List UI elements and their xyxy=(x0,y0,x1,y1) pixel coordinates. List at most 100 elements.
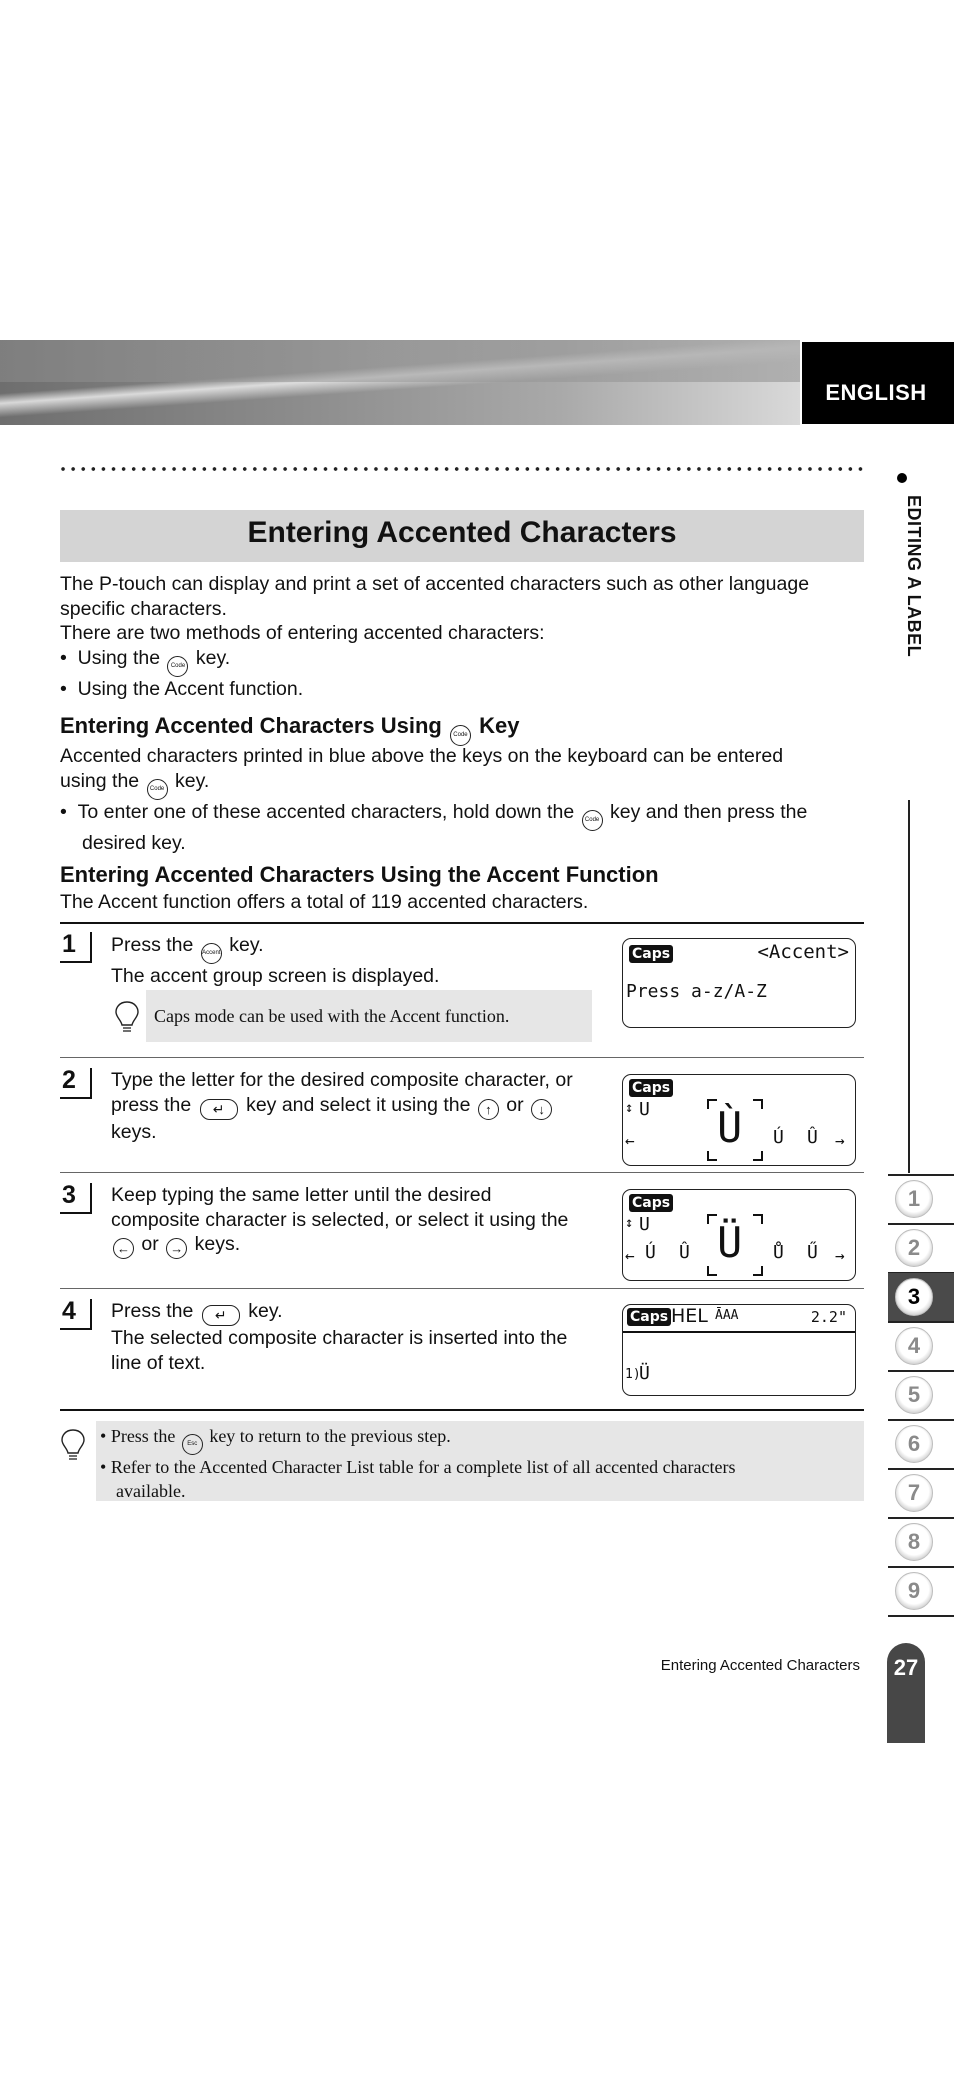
section1-bullet: • To enter one of these accented charact… xyxy=(60,800,870,831)
chapter-tab-1[interactable]: 1 xyxy=(888,1175,954,1223)
intro-bullet: • Using the Code key. xyxy=(60,646,870,677)
section-side-label: EDITING A LABEL xyxy=(904,495,924,658)
caps-indicator: Caps xyxy=(627,1308,672,1326)
chapter-tab-divider xyxy=(888,1615,954,1617)
selection-bracket: Ù xyxy=(707,1099,763,1161)
section-heading-code-key: Entering Accented Characters Using Code … xyxy=(60,713,519,746)
left-arrow-icon: ← xyxy=(625,1131,635,1150)
lcd-candidate: Û xyxy=(807,1127,818,1148)
intro-bullet: • Using the Accent function. xyxy=(60,677,304,700)
lcd-screen-step-1: Caps <Accent> Press a-z/A-Z xyxy=(622,938,856,1028)
right-arrow-icon: → xyxy=(835,1246,845,1265)
right-arrow-icon: → xyxy=(835,1131,845,1150)
intro-line: There are two methods of entering accent… xyxy=(60,622,545,644)
step-number-underline xyxy=(60,961,92,963)
down-arrow-key-icon: ↓ xyxy=(531,1098,553,1120)
code-key-icon: Code xyxy=(449,725,471,746)
chapter-tab-label: 3 xyxy=(895,1278,933,1316)
lcd-candidate: Û xyxy=(679,1242,690,1263)
enter-key-icon: ↵ xyxy=(201,1305,240,1326)
step-number-underline xyxy=(60,1097,92,1099)
chapter-tab-8[interactable]: 8 xyxy=(888,1518,954,1566)
step-number-underline xyxy=(60,1328,92,1330)
chapter-tab-9[interactable]: 9 xyxy=(888,1567,954,1615)
note-item: • Refer to the Accented Character List t… xyxy=(100,1457,736,1477)
lcd-prompt: Press a-z/A-Z xyxy=(626,981,767,1002)
page-title: Entering Accented Characters xyxy=(247,516,677,549)
step-number: 1 xyxy=(62,930,76,958)
step-1-text: Press the Accent key. The accent group s… xyxy=(111,934,440,987)
enter-key-icon: ↵ xyxy=(199,1098,238,1120)
chapter-tab-label: 4 xyxy=(895,1327,933,1365)
chapter-tab-7[interactable]: 7 xyxy=(888,1469,954,1517)
chapter-tab-6[interactable]: 6 xyxy=(888,1420,954,1468)
steps-bottom-rule xyxy=(60,1409,864,1411)
step-divider xyxy=(60,1172,864,1173)
lcd-candidate: Ů xyxy=(773,1242,784,1263)
right-arrow-key-icon: → xyxy=(166,1238,188,1259)
lcd-selected-char: Ù xyxy=(717,1103,743,1152)
chapter-tab-2[interactable]: 2 xyxy=(888,1224,954,1272)
code-key-icon: Code xyxy=(146,778,168,800)
step-number: 4 xyxy=(62,1297,76,1325)
chapter-tab-label: 2 xyxy=(895,1229,933,1267)
bullet-dot-icon xyxy=(897,473,907,483)
step-divider xyxy=(60,1288,864,1289)
caps-indicator: Caps xyxy=(629,1079,674,1097)
lcd-font-indicator: HEL xyxy=(671,1305,708,1327)
section2-intro: The Accent function offers a total of 11… xyxy=(60,891,589,913)
step-divider xyxy=(60,1057,864,1058)
left-arrow-icon: ← xyxy=(625,1246,635,1265)
notes-text: • Press the Esc key to return to the pre… xyxy=(100,1424,860,1503)
step-number-bar xyxy=(90,1183,92,1213)
lcd-screen-step-3: Caps ↕ U ← Ú Û Ü Ů Ű → xyxy=(622,1189,856,1281)
header-band-highlight xyxy=(0,340,800,382)
step-4-text: Press the ↵ key. The selected composite … xyxy=(111,1300,568,1374)
code-key-icon: Code xyxy=(581,809,603,831)
step-number-bar xyxy=(90,1299,92,1329)
lcd-mode: <Accent> xyxy=(757,941,849,963)
intro-line: specific characters. xyxy=(60,597,227,620)
code-key-icon: Code xyxy=(167,655,189,677)
chapter-tabs-stem xyxy=(908,800,910,1173)
lcd-base-letter: U xyxy=(639,1214,650,1235)
page-number: 27 xyxy=(893,1655,919,1680)
chapter-tab-label: 1 xyxy=(895,1180,933,1218)
step-3-text: Keep typing the same letter until the de… xyxy=(111,1183,621,1259)
chapter-tab-label: 5 xyxy=(895,1376,933,1414)
chapter-tab-5[interactable]: 5 xyxy=(888,1371,954,1419)
updown-arrow-icon: ↕ xyxy=(625,1215,634,1231)
dotted-divider xyxy=(58,466,864,472)
lcd-screen-step-2: Caps ↕ U ← Ù Ú Û → xyxy=(622,1074,856,1166)
caps-indicator: Caps xyxy=(629,1194,674,1212)
section1-paragraph: Accented characters printed in blue abov… xyxy=(60,744,870,855)
lcd-candidate: Ú xyxy=(645,1242,656,1263)
lcd-screen-step-4: Caps HEL ĀAA 2.2" 1) Ü xyxy=(622,1304,856,1396)
accent-key-icon: Accent xyxy=(200,943,222,964)
up-arrow-key-icon: ↑ xyxy=(477,1098,499,1120)
step-number: 3 xyxy=(62,1181,76,1209)
language-label: ENGLISH xyxy=(825,380,927,405)
lcd-candidate: Ú xyxy=(773,1127,784,1148)
lcd-status-underline xyxy=(623,1331,855,1333)
step-number-underline xyxy=(60,1212,92,1214)
intro-line: The P-touch can display and print a set … xyxy=(60,573,810,595)
step-2-text: Type the letter for the desired composit… xyxy=(111,1069,573,1143)
section-heading-accent-function: Entering Accented Characters Using the A… xyxy=(60,862,659,887)
lcd-selected-char: Ü xyxy=(717,1218,743,1267)
lcd-base-letter: U xyxy=(639,1099,650,1120)
note-item: • Press the Esc key to return to the pre… xyxy=(100,1424,860,1455)
left-arrow-key-icon: ← xyxy=(113,1238,134,1259)
footer-section-label: Entering Accented Characters xyxy=(660,1657,860,1674)
caps-indicator: Caps xyxy=(629,945,674,963)
step-number-bar xyxy=(90,1068,92,1098)
tip-text: Caps mode can be used with the Accent fu… xyxy=(154,1006,510,1026)
chapter-tab-label: 6 xyxy=(895,1425,933,1463)
chapter-tab-3[interactable]: 3 xyxy=(888,1273,954,1321)
lightbulb-icon xyxy=(114,1000,140,1034)
step-number: 2 xyxy=(62,1066,76,1094)
chapter-tab-4[interactable]: 4 xyxy=(888,1322,954,1370)
lcd-length: 2.2" xyxy=(810,1308,847,1326)
step-number-bar xyxy=(90,932,92,962)
lcd-text: Ü xyxy=(639,1363,650,1384)
